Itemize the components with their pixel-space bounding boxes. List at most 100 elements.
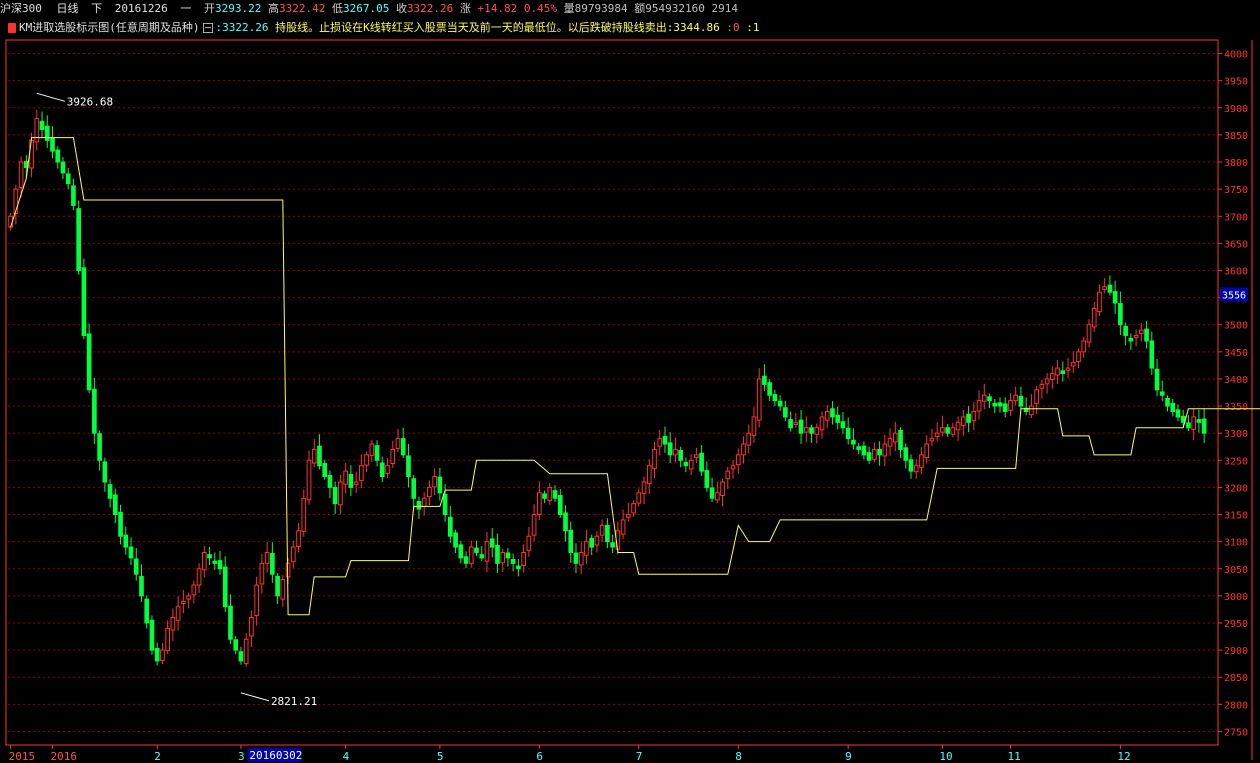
candle-body xyxy=(1018,395,1024,407)
y-tick-label: 2800 xyxy=(1224,700,1248,711)
candle-body xyxy=(395,438,401,449)
annotation-label: 3926.68 xyxy=(67,95,113,108)
candle-body xyxy=(1076,351,1081,363)
y-tick-label: 3850 xyxy=(1224,131,1248,142)
candle-body xyxy=(306,459,312,501)
x-tick-label: 2016 xyxy=(50,750,77,763)
candle-body xyxy=(636,492,642,504)
y-tick-label: 3050 xyxy=(1224,565,1248,576)
candle-body xyxy=(102,461,108,483)
y-tick-label: 3000 xyxy=(1224,592,1248,603)
candle-body xyxy=(934,432,940,437)
candle-body xyxy=(646,465,652,485)
candle-body xyxy=(474,547,479,553)
y-tick-label: 3450 xyxy=(1224,348,1248,359)
x-tick-label: 4 xyxy=(343,750,350,763)
x-tick-label: 6 xyxy=(536,750,543,763)
candle-body xyxy=(432,476,437,488)
cursor-date-label: 20160302 xyxy=(249,749,302,762)
candle-body xyxy=(1170,402,1176,412)
candle-body xyxy=(427,486,432,498)
candle-body xyxy=(411,478,417,499)
candle-body xyxy=(961,416,966,427)
candle-body xyxy=(228,605,233,640)
candle-body xyxy=(458,544,464,559)
candle-body xyxy=(322,463,328,478)
candle-body xyxy=(1144,328,1149,342)
candle-body xyxy=(139,575,144,597)
candle-body xyxy=(71,185,76,206)
y-tick-label: 3400 xyxy=(1224,375,1248,386)
candle-body xyxy=(903,447,909,461)
candle-body xyxy=(489,538,495,548)
candle-body xyxy=(264,551,270,564)
candle-body xyxy=(945,427,950,434)
candle-body xyxy=(536,492,542,516)
x-tick-label: 2015 xyxy=(9,750,36,763)
candle-body xyxy=(788,419,793,429)
candle-body xyxy=(594,535,600,546)
candle-body xyxy=(987,396,992,402)
candle-body xyxy=(249,617,254,637)
candle-body xyxy=(516,565,521,570)
candle-body xyxy=(824,410,830,421)
candle-body xyxy=(699,452,704,472)
candle-body xyxy=(39,120,45,130)
x-tick-label: 5 xyxy=(437,750,444,763)
candle-body xyxy=(851,439,856,445)
candle-body xyxy=(704,470,710,488)
candle-body xyxy=(495,544,500,564)
candle-body xyxy=(379,462,385,478)
y-tick-label: 3500 xyxy=(1224,321,1248,332)
candle-body xyxy=(149,619,155,651)
candle-body xyxy=(1002,403,1008,412)
candle-body xyxy=(631,503,636,514)
candle-body xyxy=(437,476,443,494)
kline-chart[interactable]: 4000395039003850380037503700365036003550… xyxy=(0,0,1260,763)
candle-body xyxy=(421,497,427,507)
candle-body xyxy=(76,208,82,271)
candle-body xyxy=(720,481,725,497)
y-tick-label: 3600 xyxy=(1224,266,1248,277)
candle-body xyxy=(1191,416,1197,430)
candle-body xyxy=(1034,389,1039,404)
candle-body xyxy=(317,445,322,467)
y-tick-label: 3900 xyxy=(1224,104,1248,115)
y-tick-label: 2750 xyxy=(1224,727,1248,738)
candle-body xyxy=(112,494,118,516)
y-tick-label: 3750 xyxy=(1224,185,1248,196)
candle-body xyxy=(201,551,207,571)
candle-body xyxy=(348,473,354,488)
candle-body xyxy=(892,432,898,443)
candle-body xyxy=(981,394,987,402)
candle-body xyxy=(563,512,568,532)
candle-body xyxy=(814,427,820,435)
candle-body xyxy=(547,486,553,501)
candle-body xyxy=(275,575,280,597)
candle-body xyxy=(107,484,113,499)
candle-body xyxy=(1107,284,1113,293)
candle-body xyxy=(830,408,835,418)
candle-body xyxy=(552,490,558,499)
annotation-line xyxy=(36,92,65,102)
candle-body xyxy=(453,532,458,548)
price-axis: 4000395039003850380037503700365036003550… xyxy=(1218,50,1248,738)
candle-body xyxy=(484,541,490,562)
candle-body xyxy=(165,627,170,652)
candle-body xyxy=(1196,419,1202,423)
candle-body xyxy=(400,438,406,456)
candle-body xyxy=(793,421,799,425)
candle-body xyxy=(1128,337,1134,342)
candle-body xyxy=(1133,335,1139,339)
candle-body xyxy=(186,595,191,600)
y-tick-label: 2950 xyxy=(1224,619,1248,630)
candle-body xyxy=(568,529,574,553)
candle-body xyxy=(1013,394,1019,402)
candle-body xyxy=(1039,383,1045,389)
y-tick-label: 3350 xyxy=(1224,402,1248,413)
candle-body xyxy=(118,511,123,537)
candle-body xyxy=(270,553,275,575)
candle-body xyxy=(254,584,259,616)
candle-body xyxy=(385,465,390,474)
candle-body xyxy=(55,149,61,163)
